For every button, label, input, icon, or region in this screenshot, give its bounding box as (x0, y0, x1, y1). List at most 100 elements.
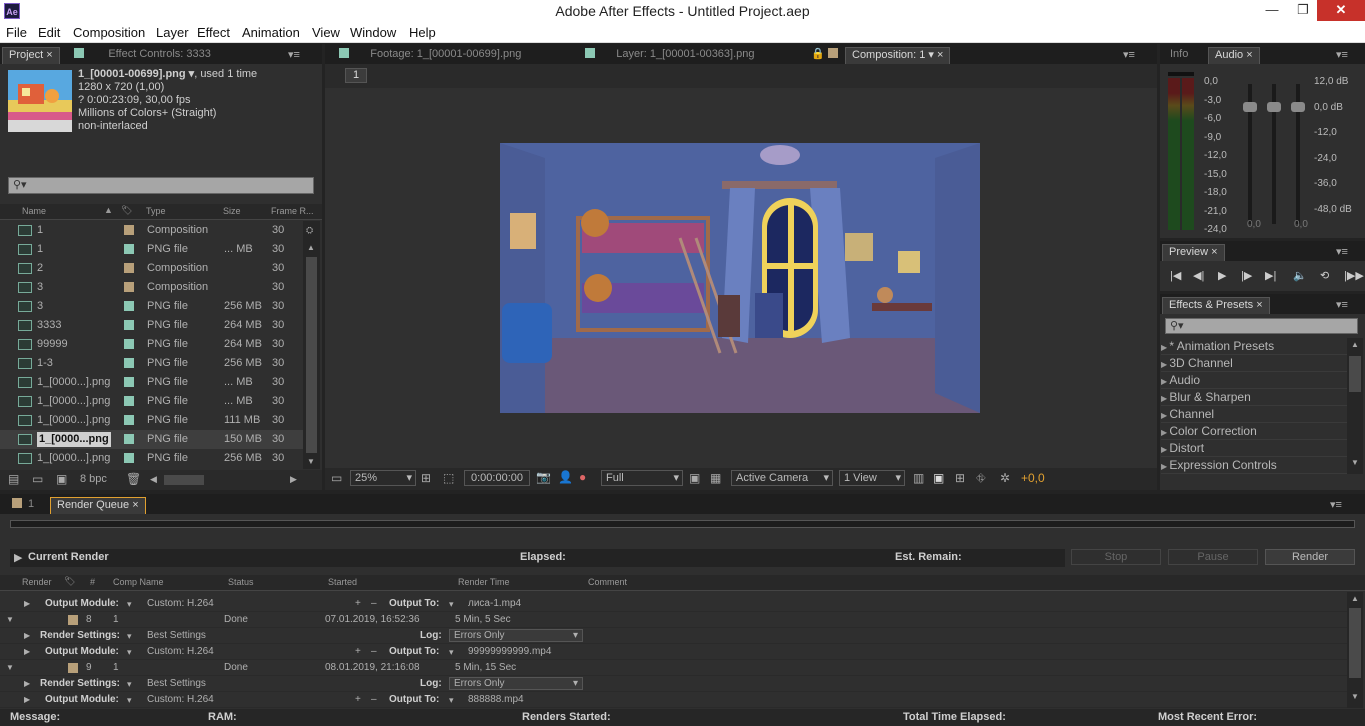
project-row[interactable]: 3333 PNG file 264 MB 30 (0, 316, 303, 335)
col-size[interactable]: Size (223, 206, 241, 216)
trash-icon[interactable]: 🗑 (126, 472, 141, 486)
tab-audio[interactable]: Audio × (1208, 47, 1260, 64)
horizontal-scroll-thumb[interactable] (164, 475, 204, 485)
item-comp-name[interactable]: 1 (113, 612, 119, 628)
scroll-down-icon[interactable]: ▼ (1351, 458, 1359, 467)
tab-footage[interactable]: Footage: 1_[00001-00699].png (333, 47, 527, 64)
output-module-select[interactable]: ▾ (127, 644, 132, 660)
render-button[interactable]: Render (1265, 549, 1355, 565)
project-row[interactable]: 3 Composition 30 (0, 278, 303, 297)
add-output-module-icon[interactable]: + (355, 644, 361, 660)
col-name[interactable]: Name (22, 206, 46, 216)
render-queue-item[interactable]: ▼ 9 1 Done 08.01.2019, 21:16:08 5 Min, 15 Sec (0, 660, 1347, 676)
log-select[interactable]: Errors Only ▾ (449, 629, 583, 642)
effects-category[interactable]: ▶ Distort (1161, 440, 1347, 457)
col-render[interactable]: Render (22, 577, 52, 587)
effects-scrollbar[interactable]: ▲ ▼ (1347, 338, 1363, 474)
interpret-footage-icon[interactable]: ▤ (8, 472, 19, 486)
render-settings-select[interactable]: ▾ (127, 676, 132, 692)
output-module-row[interactable]: ▶ Output Module: ▾ Custom: H.264 + – Output To… (0, 692, 1347, 708)
col-status[interactable]: Status (228, 577, 254, 587)
maximize-button[interactable]: ❐ (1288, 0, 1318, 21)
tab-preview[interactable]: Preview × (1162, 244, 1225, 261)
project-item-name[interactable]: 2 (37, 259, 43, 278)
output-module-row[interactable]: ▶ Output Module: ▾ Custom: H.264 + – Output To… (0, 596, 1347, 612)
menu-edit[interactable]: Edit (38, 25, 60, 40)
render-queue-scrollbar[interactable]: ▲ ▼ (1347, 592, 1363, 708)
effects-category[interactable]: ▶ Audio (1161, 372, 1347, 389)
project-row[interactable]: 1 PNG file ... MB 30 (0, 240, 303, 259)
expand-triangle-icon[interactable]: ▶ (24, 692, 30, 708)
label-color-swatch[interactable] (124, 244, 134, 254)
col-num[interactable]: # (90, 577, 95, 587)
render-queue-menu-icon[interactable]: ▾≡ (1330, 498, 1342, 511)
expand-triangle-icon[interactable]: ▶ (24, 628, 30, 644)
item-comp-name[interactable]: 1 (113, 660, 119, 676)
play-icon[interactable]: ▶ (1218, 269, 1226, 282)
output-module-value[interactable]: Custom: H.264 (147, 644, 214, 660)
viewer-menu-icon[interactable]: ▾≡ (1123, 48, 1135, 61)
label-color-swatch[interactable] (68, 663, 78, 673)
menu-help[interactable]: Help (409, 25, 436, 40)
remove-output-module-icon[interactable]: – (371, 644, 377, 660)
menu-composition[interactable]: Composition (73, 25, 145, 40)
scroll-up-icon[interactable]: ▲ (1351, 340, 1359, 349)
col-frame-rate[interactable]: Frame R... (271, 206, 314, 216)
scroll-thumb[interactable] (1349, 608, 1361, 678)
scroll-thumb[interactable] (1349, 356, 1361, 392)
volume-slider-thumb-left[interactable] (1243, 102, 1257, 112)
tab-timeline-1[interactable]: 1 (6, 497, 40, 514)
lock-icon[interactable]: 🔒 (811, 48, 825, 60)
label-color-swatch[interactable] (124, 320, 134, 330)
effects-category[interactable]: ▶ * Animation Presets (1161, 338, 1347, 355)
close-button[interactable]: ✕ (1317, 0, 1365, 21)
col-type[interactable]: Type (146, 206, 166, 216)
stop-button[interactable]: Stop (1071, 549, 1161, 565)
render-settings-select[interactable]: ▾ (127, 628, 132, 644)
sort-icon[interactable]: ▲ (104, 205, 113, 215)
project-row[interactable]: 3 PNG file 256 MB 30 (0, 297, 303, 316)
previous-frame-icon[interactable]: ◀| (1193, 269, 1204, 282)
bit-depth-button[interactable]: 8 bpc (80, 473, 107, 485)
project-item-name[interactable]: 3333 (37, 316, 61, 335)
last-frame-icon[interactable]: ▶| (1265, 269, 1276, 282)
project-row[interactable]: 1 Composition 30 (0, 221, 303, 240)
tab-effect-controls[interactable]: Effect Controls: 3333 (68, 47, 217, 64)
log-select[interactable]: Errors Only ▾ (449, 677, 583, 690)
project-item-name[interactable]: 1 (37, 221, 43, 240)
menu-layer[interactable]: Layer (156, 25, 189, 40)
first-frame-icon[interactable]: |◀ (1170, 269, 1181, 282)
scroll-left-icon[interactable]: ◀ (150, 474, 157, 485)
menu-effect[interactable]: Effect (197, 25, 230, 40)
output-file-name[interactable]: 99999999999.mp4 (468, 644, 551, 660)
mute-audio-icon[interactable]: 🔈 (1293, 269, 1307, 282)
project-item-name[interactable]: 3 (37, 297, 43, 316)
output-module-select[interactable]: ▾ (127, 692, 132, 708)
col-comment[interactable]: Comment (588, 577, 627, 587)
remove-output-module-icon[interactable]: – (371, 596, 377, 612)
project-row[interactable]: 2 Composition 30 (0, 259, 303, 278)
project-search-input[interactable]: ⚲▾ (8, 177, 314, 194)
render-settings-value[interactable]: Best Settings (147, 676, 206, 692)
render-settings-value[interactable]: Best Settings (147, 628, 206, 644)
expand-triangle-icon[interactable]: ▶ (14, 551, 22, 564)
new-folder-icon[interactable]: ▭ (32, 472, 43, 486)
tab-info[interactable]: Info (1164, 47, 1194, 64)
expand-triangle-icon[interactable]: ▶ (24, 644, 30, 660)
collapse-triangle-icon[interactable]: ▼ (6, 612, 14, 628)
output-to-select[interactable]: ▾ (449, 596, 454, 612)
tab-project[interactable]: Project × (2, 47, 60, 64)
effects-search-input[interactable]: ⚲▾ (1165, 318, 1358, 334)
label-color-swatch[interactable] (68, 615, 78, 625)
output-to-select[interactable]: ▾ (449, 644, 454, 660)
col-render-time[interactable]: Render Time (458, 577, 510, 587)
scroll-up-icon[interactable]: ▲ (307, 243, 315, 252)
label-tag-icon[interactable]: 🏷 (121, 205, 132, 216)
output-module-select[interactable]: ▾ (127, 596, 132, 612)
audio-menu-icon[interactable]: ▾≡ (1336, 48, 1348, 61)
output-file-name[interactable]: лиса-1.mp4 (468, 596, 521, 612)
label-tag-icon[interactable]: 🏷 (64, 576, 75, 587)
effects-category[interactable]: ▶ Color Correction (1161, 423, 1347, 440)
add-output-module-icon[interactable]: + (355, 596, 361, 612)
menu-animation[interactable]: Animation (242, 25, 300, 40)
